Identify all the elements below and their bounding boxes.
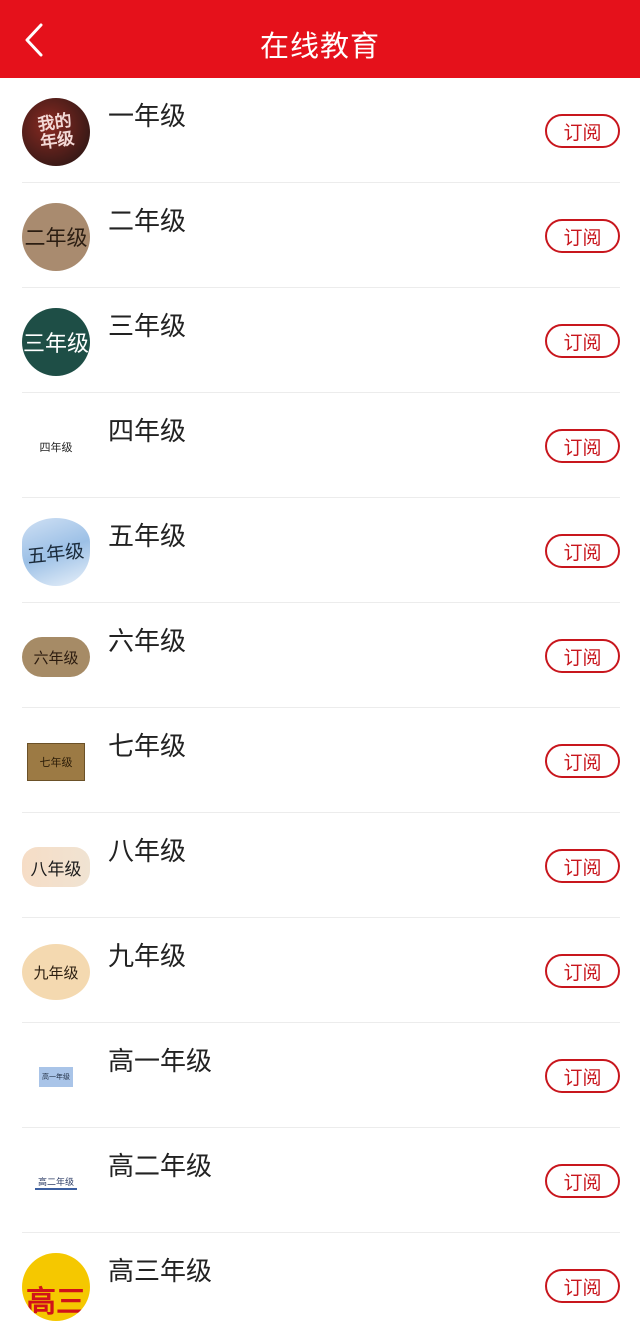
thumbnail-text: 七年级 (39, 756, 73, 769)
grade-thumbnail: 高二年级 (22, 1148, 90, 1216)
grade-thumbnail: 二年级 (22, 203, 90, 271)
grade-thumbnail: 六年级 (22, 637, 90, 677)
thumbnail-plate: 七年级 (27, 743, 85, 781)
thumbnail-plate: 高一年级 (39, 1067, 73, 1087)
thumbnail-text: 三年级 (22, 332, 89, 357)
thumbnail-text: 五年级 (26, 539, 86, 568)
subscribe-button[interactable]: 订阅 (545, 849, 620, 883)
grade-thumbnail: 三年级 (22, 308, 90, 376)
list-item[interactable]: 五年级 五年级 订阅 (0, 498, 640, 603)
list-item[interactable]: 二年级 二年级 订阅 (0, 183, 640, 288)
thumbnail-text: 九年级 (33, 963, 79, 982)
subscribe-button[interactable]: 订阅 (545, 744, 620, 778)
grade-label: 七年级 (108, 732, 187, 762)
grade-thumbnail: 八年级 (22, 847, 90, 887)
list-item[interactable]: 高二年级 高二年级 订阅 (0, 1128, 640, 1233)
subscribe-button[interactable]: 订阅 (545, 1164, 620, 1198)
list-item[interactable]: 九年级 九年级 订阅 (0, 918, 640, 1023)
grade-label: 高三年级 (108, 1257, 213, 1287)
grade-thumbnail: 我的 年级 (22, 98, 90, 166)
list-item[interactable]: 高一年级 高一年级 订阅 (0, 1023, 640, 1128)
grade-thumbnail: 九年级 (22, 944, 90, 1000)
thumbnail-plate: 高二年级 (35, 1174, 77, 1190)
back-button[interactable] (14, 20, 54, 60)
grade-label: 一年级 (108, 102, 187, 132)
grade-label: 九年级 (108, 942, 187, 972)
thumbnail-text: 我的 年级 (36, 110, 76, 154)
thumbnail-text: 高二年级 (37, 1177, 74, 1188)
thumbnail-text: 二年级 (24, 226, 88, 250)
thumbnail-text: 六年级 (33, 648, 79, 667)
grade-thumbnail: 四年级 (22, 413, 90, 481)
thumbnail-text: 八年级 (30, 859, 82, 880)
grade-label: 高二年级 (108, 1152, 213, 1182)
thumbnail-text: 四年级 (39, 441, 73, 454)
subscribe-button[interactable]: 订阅 (545, 1059, 620, 1093)
list-item[interactable]: 三年级 三年级 订阅 (0, 288, 640, 393)
grade-thumbnail: 五年级 (22, 518, 90, 586)
grade-label: 三年级 (108, 312, 187, 342)
thumbnail-text: 高一年级 (42, 1073, 70, 1081)
grade-thumbnail: 高一年级 (22, 1043, 90, 1111)
grade-thumbnail: 七年级 (22, 728, 90, 796)
list-item[interactable]: 八年级 八年级 订阅 (0, 813, 640, 918)
list-item[interactable]: 四年级 四年级 订阅 (0, 393, 640, 498)
top-bar: 在线教育 (0, 0, 640, 78)
subscribe-button[interactable]: 订阅 (545, 324, 620, 358)
grade-thumbnail: 高三 (22, 1253, 90, 1321)
thumbnail-text: 高三 (26, 1285, 86, 1320)
grade-label: 五年级 (108, 522, 187, 552)
subscribe-button[interactable]: 订阅 (545, 954, 620, 988)
subscribe-button[interactable]: 订阅 (545, 429, 620, 463)
subscribe-button[interactable]: 订阅 (545, 1269, 620, 1303)
grade-label: 八年级 (108, 837, 187, 867)
page-title: 在线教育 (259, 29, 380, 63)
subscribe-button[interactable]: 订阅 (545, 639, 620, 673)
grade-label: 高一年级 (108, 1047, 213, 1077)
grade-list: 我的 年级 一年级 订阅 二年级 二年级 订阅 三年级 三年级 订阅 四年级 四… (0, 78, 640, 1338)
list-item[interactable]: 六年级 六年级 订阅 (0, 603, 640, 708)
subscribe-button[interactable]: 订阅 (545, 219, 620, 253)
list-item[interactable]: 高三 高三年级 订阅 (0, 1233, 640, 1338)
chevron-left-icon (25, 23, 43, 57)
grade-label: 二年级 (108, 207, 187, 237)
list-item[interactable]: 七年级 七年级 订阅 (0, 708, 640, 813)
grade-label: 四年级 (108, 417, 187, 447)
list-item[interactable]: 我的 年级 一年级 订阅 (0, 78, 640, 183)
grade-label: 六年级 (108, 627, 187, 657)
subscribe-button[interactable]: 订阅 (545, 534, 620, 568)
subscribe-button[interactable]: 订阅 (545, 114, 620, 148)
